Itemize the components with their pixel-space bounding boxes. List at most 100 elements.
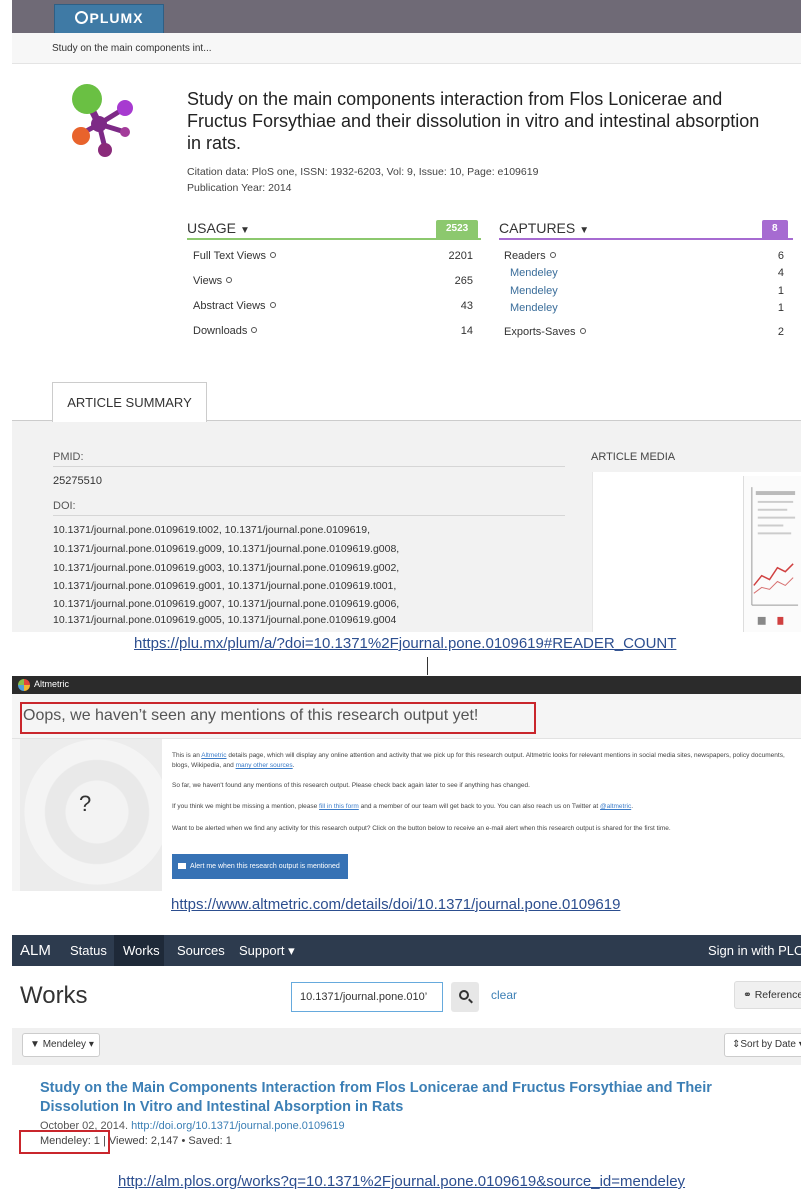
- plumx-panel: PLUMX Study on the main components int..…: [12, 0, 801, 632]
- publication-year: Publication Year: 2014: [187, 182, 292, 194]
- sort-label: Sort by Date ▾: [740, 1039, 801, 1050]
- breadcrumb: Study on the main components int...: [52, 43, 212, 54]
- twitter-link[interactable]: @altmetric: [600, 803, 631, 810]
- article-media-label: ARTICLE MEDIA: [591, 451, 676, 463]
- metric-value: 2201: [448, 250, 473, 262]
- usage-row-full-text-views[interactable]: Full Text Views: [193, 250, 276, 264]
- alm-navbar: ALM Status Works Sources Support ▾ Sign …: [12, 935, 801, 966]
- metric-value: 1: [777, 285, 784, 297]
- metric-value: 2: [777, 326, 784, 338]
- doi-link[interactable]: http://doi.org/10.1371/journal.pone.0109…: [131, 1120, 344, 1132]
- envelope-icon: [178, 863, 186, 869]
- pmid-label: PMID:: [53, 451, 84, 463]
- usage-row-views[interactable]: Views: [193, 275, 233, 289]
- fill-in-form-link[interactable]: fill in this form: [319, 803, 359, 810]
- captures-sub-mendeley[interactable]: Mendeley: [510, 302, 558, 314]
- highlight-box: [19, 1130, 110, 1154]
- captures-row-exports-saves[interactable]: Exports-Saves: [504, 326, 586, 340]
- metric-value: 265: [454, 275, 473, 287]
- usage-label: USAGE: [187, 220, 237, 236]
- divider: [53, 515, 565, 516]
- metric-label: Downloads: [193, 325, 248, 337]
- alm-url-link[interactable]: http://alm.plos.org/works?q=10.1371%2Fjo…: [118, 1173, 685, 1190]
- nav-status[interactable]: Status: [70, 943, 107, 958]
- info-icon: [269, 252, 276, 258]
- filter-icon: ▼: [30, 1039, 40, 1050]
- mendeley-filter-dropdown[interactable]: ▼ Mendeley ▾: [22, 1033, 100, 1057]
- info-icon: [269, 302, 276, 308]
- article-title: Study on the main components interaction…: [187, 89, 760, 153]
- breadcrumb-bar: Study on the main components int...: [12, 33, 801, 64]
- alert-button-label: Alert me when this research output is me…: [190, 863, 340, 870]
- many-other-sources-link[interactable]: many other sources: [236, 762, 293, 769]
- usage-row-abstract-views[interactable]: Abstract Views: [193, 300, 276, 314]
- text: .: [631, 803, 634, 810]
- clear-link[interactable]: clear: [491, 988, 517, 1002]
- search-input[interactable]: 10.1371/journal.pone.010’: [291, 982, 443, 1012]
- info-icon: [549, 252, 556, 258]
- altmetric-header-bar: Altmetric: [12, 676, 801, 694]
- sign-in-link[interactable]: Sign in with PLOS: [708, 943, 801, 958]
- alert-me-button[interactable]: Alert me when this research output is me…: [172, 854, 348, 879]
- pmid-value: 25275510: [53, 475, 102, 487]
- metric-label: Views: [193, 275, 223, 287]
- divider: [53, 466, 565, 467]
- captures-label: CAPTURES: [499, 220, 576, 236]
- altmetric-brand[interactable]: Altmetric: [34, 679, 69, 689]
- info-icon: [579, 328, 586, 334]
- altmetric-url-link[interactable]: https://www.altmetric.com/details/doi/10…: [171, 896, 620, 913]
- altmetric-paragraph-missing: If you think we might be missing a menti…: [172, 802, 797, 812]
- altmetric-panel: Altmetric Oops, we haven’t seen any ment…: [12, 676, 801, 891]
- altmetric-link[interactable]: Altmetric: [201, 752, 226, 759]
- plumx-url-link[interactable]: https://plu.mx/plum/a/?doi=10.1371%2Fjou…: [134, 635, 676, 652]
- nav-support[interactable]: Support ▾: [239, 943, 295, 959]
- captures-total-badge: 8: [762, 220, 788, 238]
- usage-row-downloads[interactable]: Downloads: [193, 325, 258, 339]
- page-title: Works: [20, 982, 88, 1009]
- link-icon: ⚭: [743, 989, 755, 1001]
- chevron-down-icon: ▼: [579, 225, 590, 236]
- doi-line: 10.1371/journal.pone.0109619.t002, 10.13…: [53, 524, 371, 536]
- tab-article-summary[interactable]: ARTICLE SUMMARY: [52, 382, 207, 422]
- work-title-link[interactable]: Study on the Main Components Interaction…: [40, 1079, 770, 1117]
- captures-row-readers[interactable]: Readers: [504, 250, 556, 264]
- metric-value: 4: [777, 267, 784, 279]
- media-figure-thumbnail[interactable]: [743, 476, 801, 632]
- captures-sub-mendeley[interactable]: Mendeley: [510, 285, 558, 297]
- filter-label: Mendeley ▾: [42, 1039, 94, 1050]
- captures-sub-mendeley[interactable]: Mendeley: [510, 267, 558, 279]
- plumx-logo-icon: [74, 11, 88, 24]
- filter-band: [12, 1028, 801, 1065]
- metric-label: Full Text Views: [193, 250, 266, 262]
- doi-line: 10.1371/journal.pone.0109619.g003, 10.13…: [53, 562, 400, 574]
- sort-dropdown[interactable]: ⇕Sort by Date ▾: [724, 1033, 801, 1057]
- citation-data: Citation data: PloS one, ISSN: 1932-6203…: [187, 166, 539, 178]
- nav-sources[interactable]: Sources: [177, 943, 225, 958]
- doi-line: 10.1371/journal.pone.0109619.g005, 10.13…: [53, 614, 397, 626]
- donut-ring-icon: [24, 739, 170, 885]
- chevron-down-icon: ▼: [240, 225, 250, 236]
- altmetric-paragraph-alert: Want to be alerted when we find any acti…: [172, 825, 671, 832]
- search-button[interactable]: [451, 982, 479, 1012]
- altmetric-text-area: This is an Altmetric details page, which…: [162, 739, 801, 891]
- other-stats: | Viewed: 2,147 • Saved: 1: [99, 1135, 232, 1147]
- alm-panel: ALM Status Works Sources Support ▾ Sign …: [12, 935, 801, 1165]
- usage-header[interactable]: USAGE ▼: [187, 220, 250, 240]
- captures-header[interactable]: CAPTURES ▼: [499, 220, 589, 240]
- search-icon-handle: [468, 998, 473, 1004]
- text: .: [292, 762, 295, 769]
- altmetric-paragraph-intro: This is an Altmetric details page, which…: [172, 751, 797, 771]
- doi-line: 10.1371/journal.pone.0109619.g007, 10.13…: [53, 598, 400, 610]
- plumx-logo-text: PLUMX: [89, 10, 144, 26]
- metric-label: Abstract Views: [193, 300, 266, 312]
- usage-total-badge: 2523: [436, 220, 479, 238]
- plumx-logo[interactable]: PLUMX: [54, 4, 164, 34]
- nav-works[interactable]: Works: [123, 943, 160, 958]
- info-icon: [251, 327, 258, 333]
- alm-brand[interactable]: ALM: [20, 942, 51, 959]
- text: and a member of our team will get back t…: [358, 803, 601, 810]
- plum-print-icon: [72, 84, 133, 157]
- references-button[interactable]: ⚭ References: [734, 981, 801, 1009]
- metric-value: 43: [460, 300, 473, 312]
- altmetric-logo-icon: [18, 679, 30, 691]
